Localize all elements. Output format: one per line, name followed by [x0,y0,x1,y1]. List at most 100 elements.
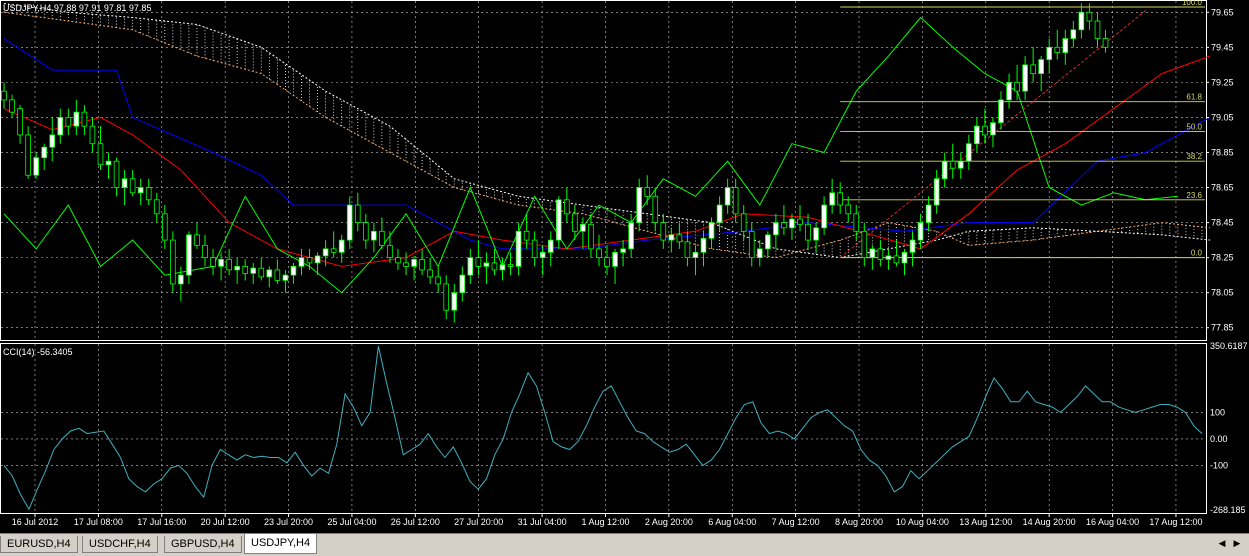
candle-body[interactable] [202,244,208,259]
candle-body[interactable] [346,204,353,241]
candle-body[interactable] [628,222,634,250]
candle-body[interactable] [716,204,723,223]
candle-body[interactable] [990,122,996,136]
candle-body[interactable] [9,99,15,113]
candle-body[interactable] [765,234,771,250]
candle-body[interactable] [805,223,811,241]
candle-body[interactable] [1046,46,1053,60]
candle-body[interactable] [379,230,385,246]
candle-body[interactable] [105,160,112,166]
candle-body[interactable] [700,237,707,253]
candle-body[interactable] [676,234,683,243]
candle-body[interactable] [684,241,691,259]
candle-body[interactable] [547,239,554,253]
candle-body[interactable] [596,248,602,259]
candle-body[interactable] [210,257,216,267]
candle-body[interactable] [588,223,594,250]
candle-body[interactable] [282,274,289,281]
candle-body[interactable] [266,269,273,278]
candle-body[interactable] [523,230,530,241]
candle-body[interactable] [186,234,192,276]
candle-body[interactable] [845,204,852,215]
candle-body[interactable] [194,234,200,246]
candle-body[interactable] [435,276,441,285]
candle-body[interactable] [137,187,144,194]
candle-body[interactable] [966,143,972,162]
candle-body[interactable] [1062,38,1069,53]
candle-body[interactable] [998,99,1004,124]
candle-body[interactable] [475,257,482,267]
candle-body[interactable] [459,274,466,294]
candle-body[interactable] [113,160,120,188]
candle-body[interactable] [1070,29,1077,39]
candle-body[interactable] [982,125,988,136]
candle-body[interactable] [73,111,80,127]
candle-body[interactable] [1030,64,1036,75]
price-chart-area[interactable]: 100.0 61.8 50.0 38.2 23.6 0.0 79.65 79.45 79.25… [0,0,1249,533]
candle-body[interactable] [41,146,48,159]
candle-body[interactable] [612,251,618,267]
candle-body[interactable] [443,283,450,311]
candle-body[interactable] [17,108,23,136]
tab-usdchf[interactable]: USDCHF,H4 [82,536,158,553]
candle-body[interactable] [660,222,667,241]
candle-body[interactable] [748,230,755,259]
candle-body[interactable] [933,178,940,206]
candle-body[interactable] [218,258,224,267]
candle-body[interactable] [97,143,104,166]
candle-body[interactable] [290,265,297,276]
candle-body[interactable] [306,257,313,264]
candle-body[interactable] [1102,38,1109,48]
candle-body[interactable] [555,199,562,241]
candle-body[interactable] [724,187,731,206]
candle-body[interactable] [869,248,876,259]
candle-body[interactable] [258,267,265,278]
candle-body[interactable] [1038,59,1045,75]
candle-body[interactable] [338,239,345,253]
candle-body[interactable] [161,213,168,241]
candle-body[interactable] [49,134,56,148]
candle-body[interactable] [65,117,72,127]
candle-body[interactable] [250,267,257,274]
candle-body[interactable] [1014,81,1020,92]
candle-body[interactable] [949,160,956,169]
candle-body[interactable] [813,227,819,241]
candle-body[interactable] [708,222,715,239]
candle-body[interactable] [395,257,401,264]
candle-body[interactable] [153,199,160,215]
candle-body[interactable] [756,248,763,259]
candle-body[interactable] [885,255,892,260]
candle-body[interactable] [33,157,39,176]
candle-body[interactable] [829,192,835,206]
candle-body[interactable] [917,222,924,241]
candle-body[interactable] [572,213,578,232]
candle-body[interactable] [467,257,474,276]
tab-usdjpy[interactable]: USDJPY,H4 [244,534,318,554]
candle-body[interactable] [298,257,305,267]
candle-body[interactable] [234,265,240,271]
candle-body[interactable] [692,251,699,259]
tab-eurusd[interactable]: EURUSD,H4 [0,536,78,553]
tab-scroll-left-icon[interactable]: ◀ [1216,537,1228,551]
candle-body[interactable] [909,239,916,253]
candle-body[interactable] [837,192,843,206]
candle-body[interactable] [178,274,184,285]
candle-body[interactable] [531,239,538,259]
candle-body[interactable] [636,187,642,223]
candle-body[interactable] [853,213,860,232]
candle-body[interactable] [539,251,546,259]
candle-body[interactable] [483,262,490,267]
candle-body[interactable] [1094,20,1101,39]
candle-body[interactable] [1,90,7,101]
tab-scroll-right-icon[interactable]: ▶ [1231,537,1243,551]
candle-body[interactable] [941,160,948,180]
candle-body[interactable] [322,248,329,257]
candle-body[interactable] [893,255,900,264]
candle-body[interactable] [25,134,31,176]
candle-body[interactable] [1006,81,1012,101]
candle-body[interactable] [957,160,964,169]
candle-body[interactable] [354,204,361,223]
candle-body[interactable] [668,234,675,241]
candle-body[interactable] [1086,11,1093,22]
candle-body[interactable] [362,222,369,241]
